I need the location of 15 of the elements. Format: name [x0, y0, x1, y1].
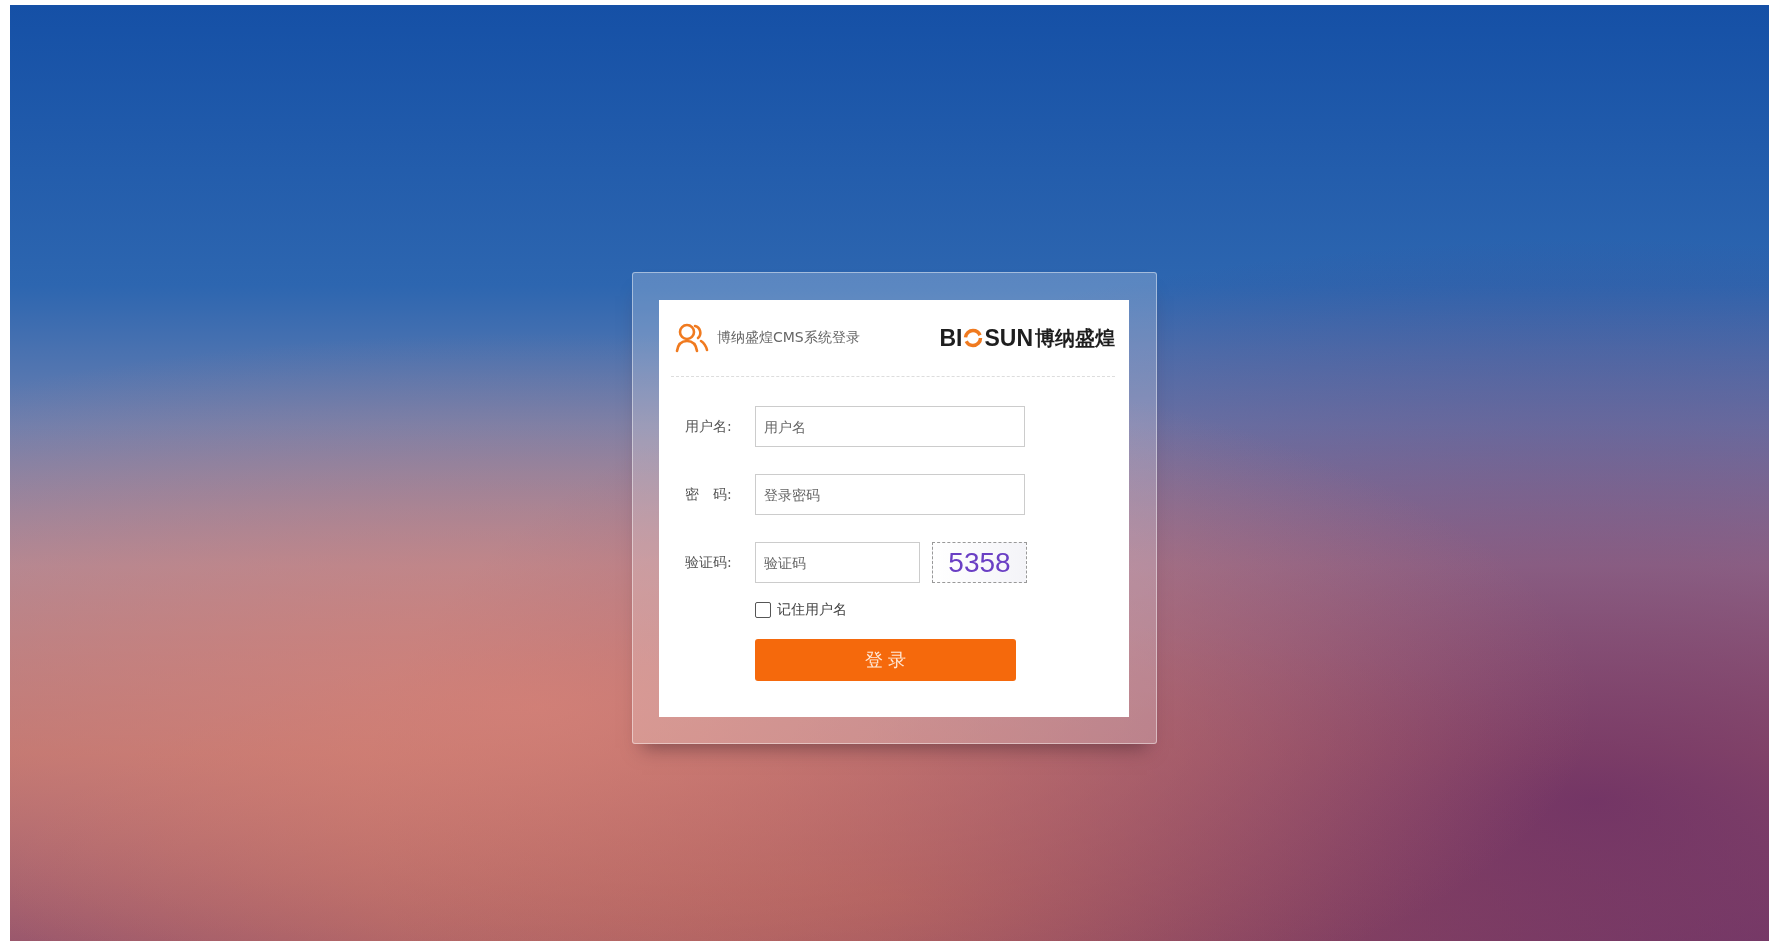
logo-text: SUN — [984, 324, 1033, 352]
logo-text: 博纳盛煌 — [1035, 324, 1115, 352]
field-label: 用户名: — [685, 417, 733, 436]
remember-checkbox[interactable] — [755, 602, 771, 618]
input-field[interactable]: 用户名 — [755, 406, 1025, 447]
field-label: 密 码: — [685, 485, 733, 504]
remember-label: 记住用户名 — [777, 601, 847, 619]
ring-icon — [963, 328, 984, 348]
login-title: 博纳盛煌CMS系统登录 — [717, 329, 860, 347]
captcha-image[interactable]: 5358 — [932, 542, 1027, 583]
logo-text: BI — [939, 324, 963, 352]
input-field[interactable]: 验证码 — [755, 542, 920, 583]
input-field[interactable]: 登录密码 — [755, 474, 1025, 515]
field-label: 验证码: — [685, 553, 733, 572]
users-icon — [675, 323, 709, 353]
